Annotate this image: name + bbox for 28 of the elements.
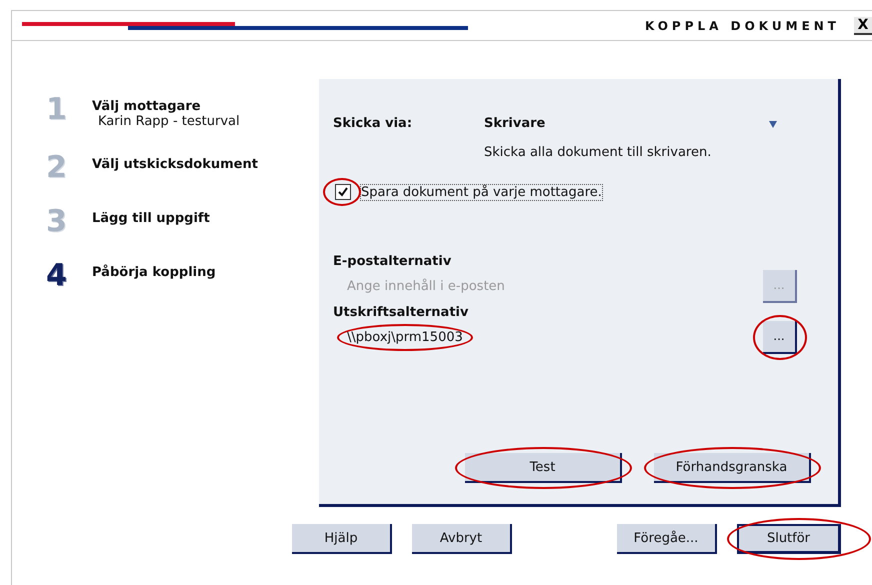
send-via-label: Skicka via: <box>333 116 414 131</box>
save-option-label: Spara dokument på varje mottagare. <box>361 184 602 200</box>
email-options-heading: E-postalternativ <box>333 254 452 269</box>
test-button[interactable]: Test <box>465 453 622 483</box>
step-number: 4 <box>46 261 68 291</box>
send-via-value[interactable]: Skrivare <box>484 116 546 131</box>
step-subtitle: Karin Rapp - testurval <box>98 114 240 129</box>
send-via-description: Skicka alla dokument till skrivaren. <box>484 145 712 160</box>
footer-button[interactable]: Föregåe... <box>617 524 717 554</box>
step-title: Påbörja koppling <box>92 265 216 280</box>
step-number: 2 <box>46 153 68 183</box>
print-options-heading: Utskriftsalternativ <box>333 305 470 320</box>
step-number: 1 <box>46 95 68 125</box>
dropdown-icon[interactable] <box>768 118 778 128</box>
step-title: Välj mottagare <box>92 99 202 114</box>
window-title: KOPPLA DOKUMENT <box>644 18 840 32</box>
preview-button[interactable]: Förhandsgranska <box>654 453 811 483</box>
step-title: Välj utskicksdokument <box>92 157 258 172</box>
step-number: 3 <box>46 207 68 237</box>
footer-button[interactable]: Avbryt <box>412 524 512 554</box>
save-checkbox[interactable] <box>335 184 351 200</box>
step-title: Lägg till uppgift <box>92 211 210 226</box>
footer-button[interactable]: Hjälp <box>292 524 392 554</box>
email-content-text: Ange innehåll i e-posten <box>347 278 505 294</box>
print-options-button[interactable]: ... <box>763 320 797 354</box>
close-button[interactable]: X <box>854 16 872 34</box>
printer-path-text: \\pboxj\prm15003 <box>347 330 463 344</box>
footer-button[interactable]: Slutför <box>737 524 841 554</box>
